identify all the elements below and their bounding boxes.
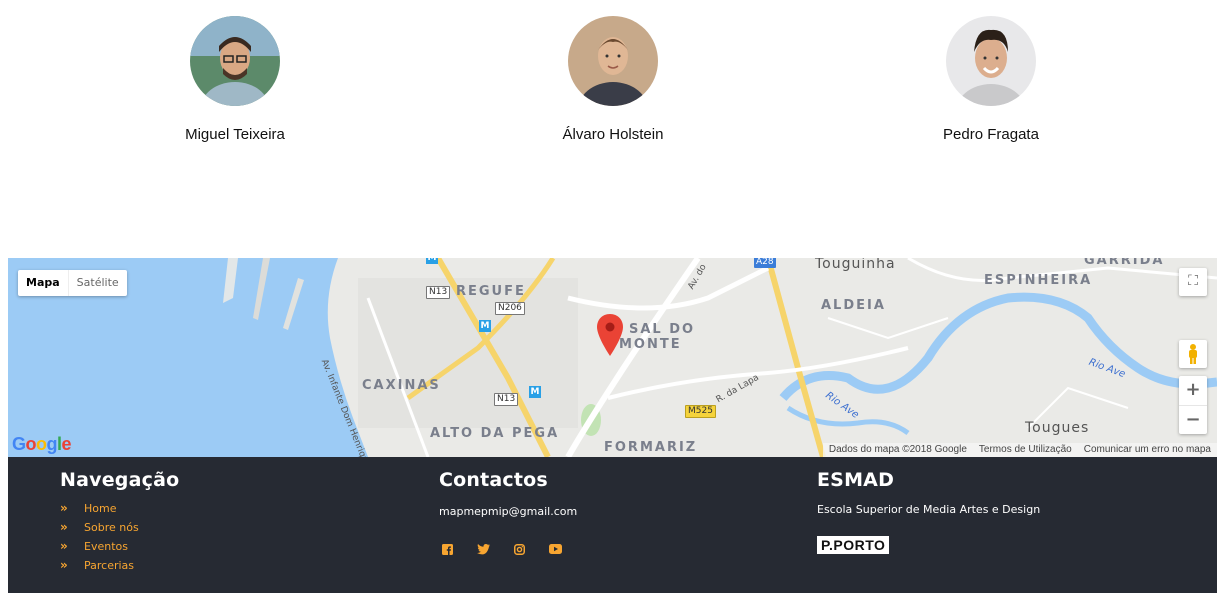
- fullscreen-button[interactable]: ⛶: [1179, 268, 1207, 296]
- road-shield: M525: [685, 405, 716, 418]
- road-shield: N13: [426, 286, 451, 299]
- google-logo[interactable]: Google: [12, 434, 72, 455]
- footer-navigation: Navegação » Home » Sobre nós » Eventos » Par…: [60, 469, 179, 575]
- footer-contacts: Contactos mapmepmip@gmail.com: [439, 469, 577, 556]
- double-chevron-right-icon: »: [60, 520, 68, 534]
- footer-contacts-title: Contactos: [439, 469, 548, 491]
- place-label: ALDEIA: [821, 298, 886, 313]
- double-chevron-right-icon: »: [60, 558, 68, 572]
- metro-icon: M: [426, 258, 438, 264]
- place-label: Tougues: [1025, 420, 1090, 436]
- footer-nav-link-events[interactable]: Eventos: [84, 540, 128, 553]
- footer-nav-link-home[interactable]: Home: [84, 502, 116, 515]
- map-type-control: Mapa Satélite: [18, 270, 127, 296]
- metro-icon: M: [479, 320, 491, 332]
- place-label: SAL DO: [629, 322, 696, 337]
- pegman-icon: [1189, 344, 1197, 364]
- place-label: ESPINHEIRA: [984, 273, 1093, 288]
- footer-nav-link-partners[interactable]: Parcerias: [84, 559, 134, 572]
- place-label: GARRIDA: [1084, 258, 1165, 268]
- road-shield: A28: [754, 258, 776, 268]
- member-name: Miguel Teixeira: [185, 126, 285, 143]
- map-report-link[interactable]: Comunicar um erro no mapa: [1078, 443, 1217, 457]
- road-shield: N13: [494, 393, 519, 406]
- map-type-satellite-button[interactable]: Satélite: [67, 270, 127, 296]
- place-label: CAXINAS: [362, 378, 441, 393]
- place-label: REGUFE: [456, 284, 526, 299]
- school-name: Escola Superior de Media Artes e Design: [817, 503, 1041, 516]
- fullscreen-icon: ⛶: [1188, 273, 1198, 289]
- place-label: MONTE: [619, 337, 682, 352]
- team-section: Miguel Teixeira Álvaro Holstein Pedro Fr…: [0, 0, 1217, 258]
- footer-nav-item[interactable]: » Parcerias: [60, 556, 179, 575]
- place-label: ALTO DA PEGA: [430, 426, 560, 441]
- footer-esmad: ESMAD Escola Superior de Media Artes e D…: [817, 469, 1040, 555]
- map-terms-link[interactable]: Termos de Utilização: [973, 443, 1078, 457]
- footer-nav-list: » Home » Sobre nós » Eventos » Parcerias: [60, 499, 179, 575]
- team-member: Pedro Fragata: [881, 16, 1101, 143]
- metro-icon: M: [529, 386, 541, 398]
- zoom-out-button[interactable]: −: [1179, 405, 1207, 434]
- map-embed[interactable]: REGUFE SAL DO MONTE CAXINAS ALTO DA PEGA…: [8, 258, 1217, 457]
- site-footer: Navegação » Home » Sobre nós » Eventos » Par…: [8, 457, 1217, 593]
- map-data-credit: Dados do mapa ©2018 Google: [828, 444, 967, 455]
- street-view-button[interactable]: [1179, 340, 1207, 368]
- zoom-in-button[interactable]: +: [1179, 376, 1207, 405]
- road-shield: N206: [495, 302, 525, 315]
- footer-nav-item[interactable]: » Eventos: [60, 537, 179, 556]
- zoom-control: + −: [1179, 376, 1207, 434]
- avatar: [190, 16, 280, 106]
- place-label: Touguinha: [815, 258, 896, 272]
- footer-esmad-title: ESMAD: [817, 469, 895, 491]
- double-chevron-right-icon: »: [60, 501, 68, 515]
- place-label: FORMARIZ: [604, 440, 698, 455]
- member-name: Pedro Fragata: [943, 126, 1039, 143]
- contact-email[interactable]: mapmepmip@gmail.com: [439, 505, 577, 518]
- map-marker-icon[interactable]: [597, 314, 623, 361]
- footer-nav-item[interactable]: » Sobre nós: [60, 518, 179, 537]
- map-attribution: Dados do mapa ©2018 Google Termos de Uti…: [822, 443, 1217, 457]
- social-links: [439, 542, 577, 556]
- footer-nav-title: Navegação: [60, 469, 180, 491]
- avatar: [568, 16, 658, 106]
- twitter-icon[interactable]: [475, 542, 491, 556]
- team-member: Miguel Teixeira: [125, 16, 345, 143]
- map-type-map-button[interactable]: Mapa: [18, 270, 68, 296]
- footer-nav-item[interactable]: » Home: [60, 499, 179, 518]
- team-member: Álvaro Holstein: [503, 16, 723, 143]
- double-chevron-right-icon: »: [60, 539, 68, 553]
- facebook-icon[interactable]: [439, 542, 455, 556]
- member-name: Álvaro Holstein: [562, 126, 664, 143]
- youtube-icon[interactable]: [547, 542, 563, 556]
- footer-nav-link-about[interactable]: Sobre nós: [84, 521, 139, 534]
- porto-logo[interactable]: P.PORTO: [817, 536, 890, 554]
- avatar: [946, 16, 1036, 106]
- instagram-icon[interactable]: [511, 542, 527, 556]
